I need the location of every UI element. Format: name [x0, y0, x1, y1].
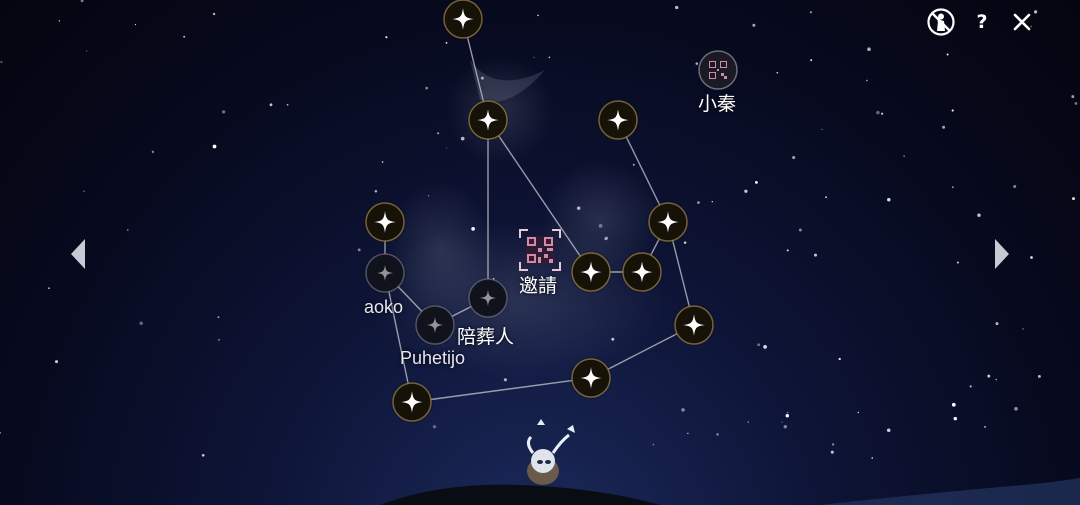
constellation-map — [363, 0, 1080, 505]
friend-name-xiaoqin: 小秦 — [698, 93, 737, 115]
star-node-aoko[interactable] — [363, 251, 407, 295]
silhouette-crossed-icon — [927, 8, 955, 36]
chevron-left-icon — [71, 239, 85, 269]
previous-page-button[interactable] — [58, 232, 98, 276]
star-node-center[interactable] — [569, 250, 613, 294]
close-button[interactable] — [1006, 6, 1038, 38]
star-node-funeral[interactable] — [466, 276, 510, 320]
star-node-right-top[interactable] — [596, 98, 640, 142]
star-node-left-top[interactable] — [363, 200, 407, 244]
star-node-right-mid[interactable] — [646, 200, 690, 244]
chevron-right-icon — [995, 239, 1009, 269]
star-node-bottom-right[interactable] — [569, 356, 613, 400]
player-character — [526, 419, 575, 485]
star-node-upper[interactable] — [466, 98, 510, 142]
close-icon — [1013, 13, 1031, 31]
invite-label: 邀請 — [519, 275, 558, 297]
star-node-puhetijo[interactable] — [413, 303, 457, 347]
hide-silhouette-button[interactable] — [925, 6, 957, 38]
ground-terrain — [380, 478, 1080, 505]
invite-qr-button[interactable] — [519, 229, 561, 271]
friend-name-funeral: 陪葬人 — [457, 326, 515, 348]
help-icon: ? — [976, 11, 988, 33]
qr-code-icon — [519, 229, 561, 271]
next-page-button[interactable] — [982, 232, 1022, 276]
help-button[interactable]: ? — [966, 6, 998, 38]
star-node-center-right[interactable] — [620, 250, 664, 294]
link-line — [411, 377, 592, 403]
star-node-right-low[interactable] — [672, 303, 716, 347]
star-node-bottom-left[interactable] — [390, 380, 434, 424]
friend-name-puhetijo: Puhetijo — [400, 348, 466, 368]
friend-name-aoko: aoko — [364, 297, 404, 317]
star-node-top[interactable] — [441, 0, 485, 41]
friend-node-xiaoqin[interactable] — [696, 48, 740, 92]
